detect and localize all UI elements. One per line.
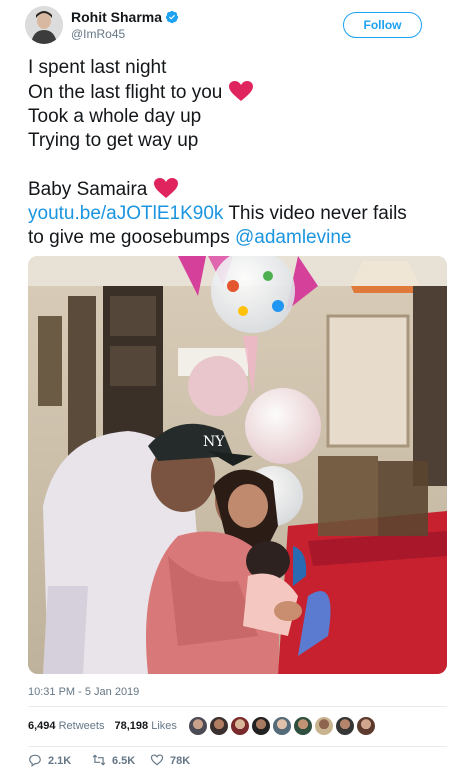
reply-icon xyxy=(29,754,41,767)
heart-emoji-icon xyxy=(154,178,179,198)
retweets-label: Retweets xyxy=(58,720,105,732)
liker-avatar[interactable] xyxy=(230,716,250,736)
reply-count: 2.1K xyxy=(48,755,72,767)
lyric-line: I spent last night xyxy=(28,57,167,78)
retweets-stat[interactable]: 6,494 Retweets xyxy=(28,720,104,732)
likes-stat[interactable]: 78,198 Likes xyxy=(115,720,177,732)
reply-action[interactable]: 2.1K xyxy=(28,753,71,769)
liker-avatar[interactable] xyxy=(251,716,271,736)
tweet-stats: 6,494 Retweets 78,198 Likes xyxy=(28,719,184,733)
link-line: youtu.be/aJOTlE1K90k This video never fa… xyxy=(28,202,453,226)
author-name-block[interactable]: Rohit Sharma @ImRo45 xyxy=(71,8,179,42)
author-handle[interactable]: @ImRo45 xyxy=(71,26,179,42)
youtube-link[interactable]: youtu.be/aJOTlE1K90k xyxy=(28,203,223,224)
lyric-line: Trying to get way up xyxy=(28,130,199,151)
follow-button[interactable]: Follow xyxy=(343,12,422,38)
likes-count: 78,198 xyxy=(114,720,149,732)
liker-avatar[interactable] xyxy=(293,716,313,736)
photo-illustration: NY xyxy=(28,256,447,674)
baby-line-text: Baby Samaira xyxy=(28,179,148,200)
baby-line: Baby Samaira xyxy=(28,177,453,202)
lyric-line-with-heart: On the last flight to you xyxy=(28,80,453,105)
avatar[interactable] xyxy=(25,6,63,44)
retweets-count: 6,494 xyxy=(28,720,56,732)
verified-badge-icon xyxy=(165,10,179,24)
like-count: 78K xyxy=(170,755,191,767)
link-line-text: This video never fails xyxy=(223,203,407,224)
liker-avatar[interactable] xyxy=(188,716,208,736)
retweet-action[interactable]: 6.5K xyxy=(92,753,135,769)
retweet-icon xyxy=(92,754,106,766)
liker-avatar[interactable] xyxy=(209,716,229,736)
liker-avatar[interactable] xyxy=(314,716,334,736)
tweet-photo[interactable]: NY xyxy=(28,256,447,674)
divider xyxy=(28,746,447,747)
svg-text:NY: NY xyxy=(203,434,225,450)
tweet-header: Rohit Sharma @ImRo45 Follow xyxy=(25,6,455,46)
lyric-line-text: On the last flight to you xyxy=(28,82,223,103)
mention-line: to give me goosebumps @adamlevine xyxy=(28,226,453,250)
liker-avatar[interactable] xyxy=(356,716,376,736)
liker-avatar[interactable] xyxy=(335,716,355,736)
mention-link[interactable]: @adamlevine xyxy=(235,227,351,248)
heart-emoji-icon xyxy=(229,81,254,101)
lyric-line: Took a whole day up xyxy=(28,106,202,127)
tweet-timestamp[interactable]: 10:31 PM - 5 Jan 2019 xyxy=(28,685,139,699)
likes-label: Likes xyxy=(151,720,177,732)
tweet-text: I spent last night On the last flight to… xyxy=(28,56,453,250)
retweet-count: 6.5K xyxy=(112,755,136,767)
heart-outline-icon xyxy=(150,754,164,766)
divider xyxy=(28,706,447,707)
liker-avatar[interactable] xyxy=(272,716,292,736)
like-action[interactable]: 78K xyxy=(150,753,190,769)
author-display-name[interactable]: Rohit Sharma xyxy=(71,8,162,26)
mention-line-text: to give me goosebumps xyxy=(28,227,236,248)
